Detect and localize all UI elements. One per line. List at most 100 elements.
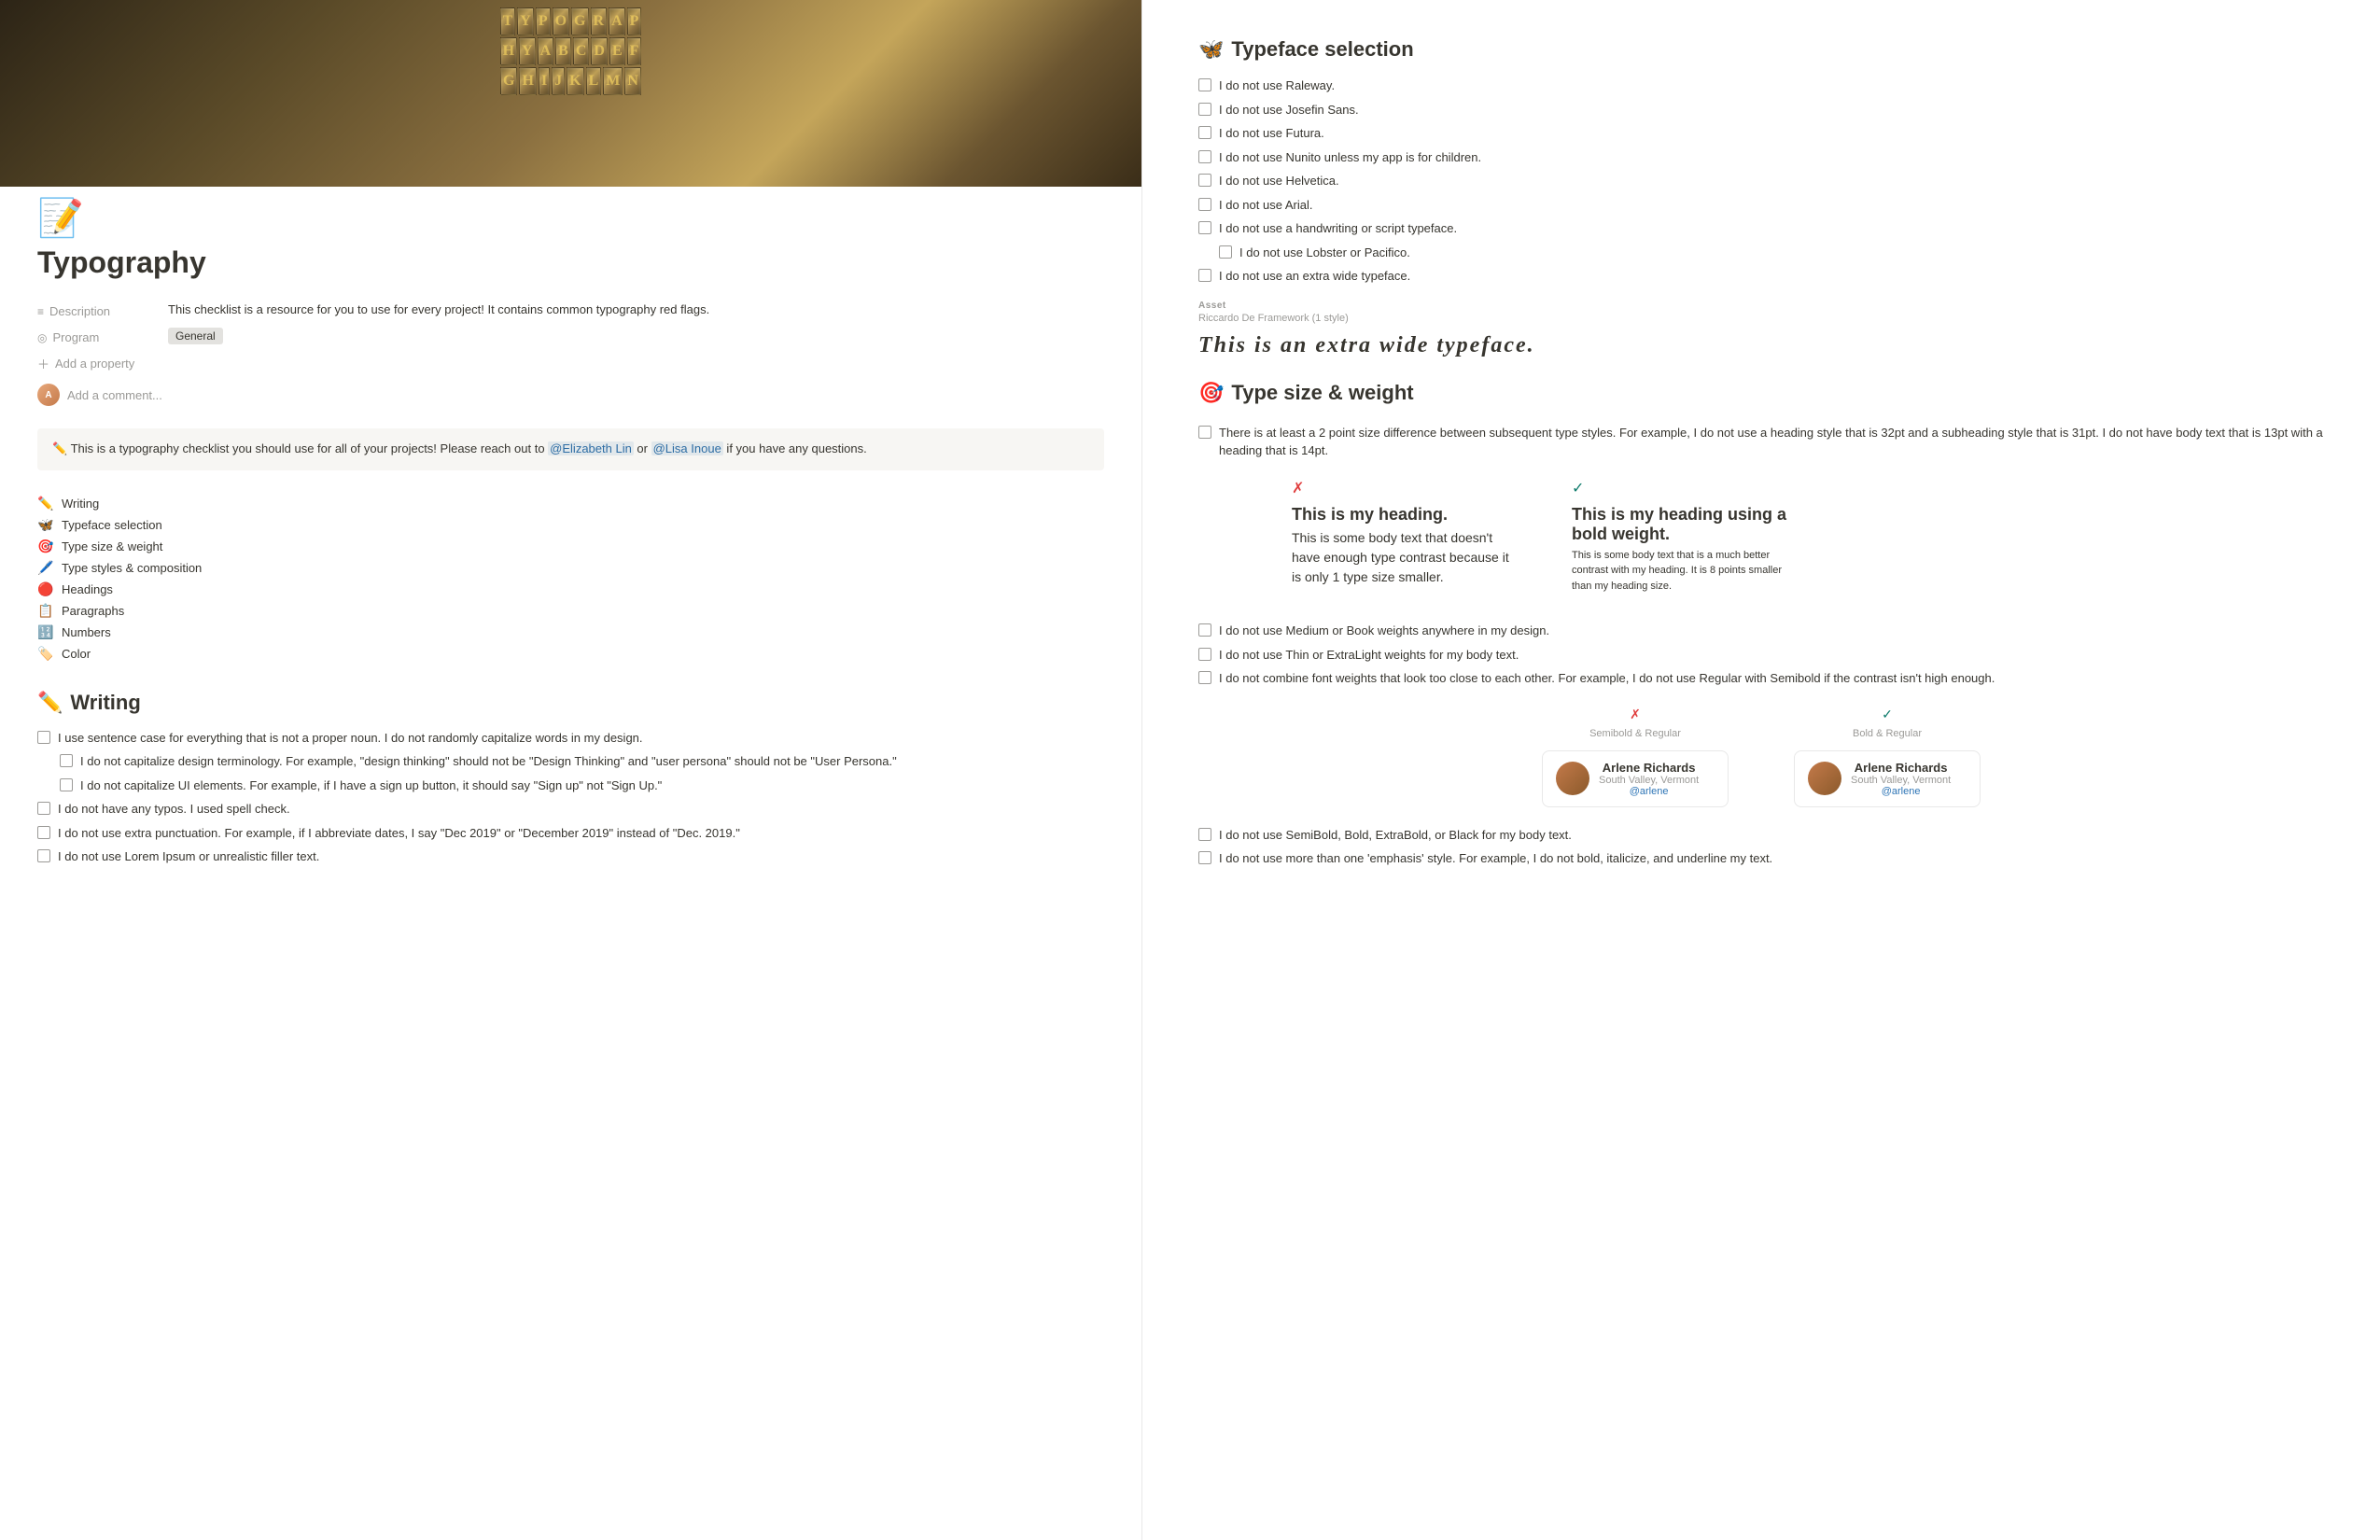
type-size-icon: 🎯 (1198, 381, 1224, 405)
program-property: ◎ Program General (0, 325, 1141, 351)
checkbox[interactable] (37, 826, 50, 839)
checkbox[interactable] (1198, 126, 1211, 139)
typeface-checklist-item: I do not use Raleway. (1198, 77, 2324, 95)
good-body: This is some body text that is a much be… (1572, 548, 1796, 595)
toc-icon: 🔢 (37, 624, 54, 640)
callout-box: ✏️ This is a typography checklist you sh… (37, 428, 1104, 470)
typeface-checklist-item: I do not use Josefin Sans. (1198, 101, 2324, 119)
good-type-example: ✓ This is my heading using a bold weight… (1572, 479, 1796, 595)
program-label: ◎ Program (37, 329, 149, 344)
checkbox[interactable] (1198, 198, 1211, 211)
bad-type-example: ✗ This is my heading. This is some body … (1292, 479, 1516, 595)
checkbox[interactable] (37, 731, 50, 744)
typeface-section-heading: 🦋 Typeface selection (1198, 37, 2324, 62)
checklist-item: I do not capitalize design terminology. … (0, 749, 1141, 774)
bad-weight-icon: ✗ (1528, 707, 1743, 722)
toc-item[interactable]: 🖊️Type styles & composition (37, 557, 1104, 579)
checkbox[interactable] (1198, 174, 1211, 187)
writing-icon: ✏️ (37, 691, 63, 715)
checklist-item: I do not capitalize UI elements. For exa… (0, 774, 1141, 798)
description-property: ≡ Description This checklist is a resour… (0, 299, 1141, 325)
toc-item[interactable]: 🔢Numbers (37, 622, 1104, 643)
toc-icon: 🦋 (37, 517, 54, 533)
good-weight-label: Bold & Regular (1780, 728, 1995, 739)
good-profile-avatar (1808, 762, 1841, 795)
description-label: ≡ Description (37, 302, 149, 318)
typeface-demo: This is an extra wide typeface. (1198, 333, 2324, 358)
toc-item[interactable]: 🔴Headings (37, 579, 1104, 600)
asset-subtext: Riccardo De Framework (1 style) (1198, 313, 2324, 324)
checkbox[interactable] (37, 802, 50, 815)
checkbox[interactable] (1198, 648, 1211, 661)
bad-profile-avatar (1556, 762, 1589, 795)
bottom-type-item: I do not use more than one 'emphasis' st… (1198, 849, 2324, 868)
additional-type-item: I do not use Thin or ExtraLight weights … (1198, 646, 2324, 665)
comment-area[interactable]: A Add a comment... (0, 376, 1141, 413)
type-size-main-item: There is at least a 2 point size differe… (1198, 424, 2324, 460)
good-profile-location: South Valley, Vermont (1851, 775, 1951, 786)
callout-icon: ✏️ (52, 441, 67, 455)
toc-item[interactable]: 📋Paragraphs (37, 600, 1104, 622)
toc-item[interactable]: 🏷️Color (37, 643, 1104, 665)
additional-type-item: I do not use Medium or Book weights anyw… (1198, 622, 2324, 640)
checkbox[interactable] (1198, 426, 1211, 439)
bad-profile-card: Arlene Richards South Valley, Vermont @a… (1542, 750, 1729, 807)
asset-label: Asset (1198, 301, 2324, 311)
good-weight-example: ✓ Bold & Regular Arlene Richards South V… (1780, 707, 1995, 807)
checkbox[interactable] (1198, 269, 1211, 282)
good-heading: This is my heading using a bold weight. (1572, 505, 1796, 544)
good-profile-handle: @arlene (1851, 786, 1951, 797)
bad-body: This is some body text that doesn't have… (1292, 528, 1516, 587)
checkbox[interactable] (1198, 851, 1211, 864)
checkbox[interactable] (1198, 828, 1211, 841)
good-status-icon: ✓ (1572, 479, 1796, 497)
toc-icon: 📋 (37, 603, 54, 619)
page-icon: 📝 (37, 196, 1104, 240)
checkbox[interactable] (1198, 78, 1211, 91)
add-property-button[interactable]: ＋ Add a property (0, 351, 1141, 376)
typeface-icon: 🦋 (1198, 37, 1224, 62)
checkbox[interactable] (37, 849, 50, 862)
good-profile-card: Arlene Richards South Valley, Vermont @a… (1794, 750, 1981, 807)
checkbox[interactable] (1198, 103, 1211, 116)
toc-icon: 🎯 (37, 539, 54, 554)
description-icon: ≡ (37, 305, 44, 318)
program-icon: ◎ (37, 331, 47, 344)
plus-icon: ＋ (37, 355, 49, 372)
page-title: Typography (0, 245, 1141, 280)
checkbox[interactable] (1219, 245, 1232, 259)
mention-lisa[interactable]: @Lisa Inoue (651, 441, 723, 455)
toc-icon: 🔴 (37, 581, 54, 597)
checklist-item: I do not use extra punctuation. For exam… (0, 821, 1141, 846)
bad-profile-location: South Valley, Vermont (1599, 775, 1699, 786)
toc-item[interactable]: 🎯Type size & weight (37, 536, 1104, 557)
bad-profile-info: Arlene Richards South Valley, Vermont @a… (1599, 761, 1699, 797)
toc-item[interactable]: ✏️Writing (37, 493, 1104, 514)
checkbox[interactable] (1198, 623, 1211, 637)
toc-icon: 🏷️ (37, 646, 54, 662)
bad-profile-handle: @arlene (1599, 786, 1699, 797)
type-size-section-heading: 🎯 Type size & weight (1198, 381, 2324, 405)
checkbox[interactable] (1198, 221, 1211, 234)
checkbox[interactable] (1198, 671, 1211, 684)
checkbox[interactable] (60, 754, 73, 767)
right-panel: 🦋 Typeface selection I do not use Ralewa… (1142, 0, 2380, 1540)
bad-heading: This is my heading. (1292, 505, 1516, 525)
checkbox[interactable] (1198, 150, 1211, 163)
checkbox[interactable] (60, 778, 73, 791)
avatar: A (37, 384, 60, 406)
toc-item[interactable]: 🦋Typeface selection (37, 514, 1104, 536)
writing-section-heading: ✏️ Writing (0, 672, 1141, 726)
typeface-checklist-item: I do not use an extra wide typeface. (1198, 267, 2324, 286)
description-value: This checklist is a resource for you to … (168, 302, 709, 316)
typeface-checklist-item: I do not use Futura. (1198, 124, 2324, 143)
typeface-checklist-item: I do not use a handwriting or script typ… (1198, 219, 2324, 238)
mention-elizabeth[interactable]: @Elizabeth Lin (548, 441, 634, 455)
bad-weight-label: Semibold & Regular (1528, 728, 1743, 739)
typeface-checklist-item: I do not use Nunito unless my app is for… (1198, 148, 2324, 167)
toc-icon: 🖊️ (37, 560, 54, 576)
toc-icon: ✏️ (37, 496, 54, 511)
typeface-checklist-item: I do not use Arial. (1198, 196, 2324, 215)
bad-profile-name: Arlene Richards (1599, 761, 1699, 775)
additional-type-item: I do not combine font weights that look … (1198, 669, 2324, 688)
